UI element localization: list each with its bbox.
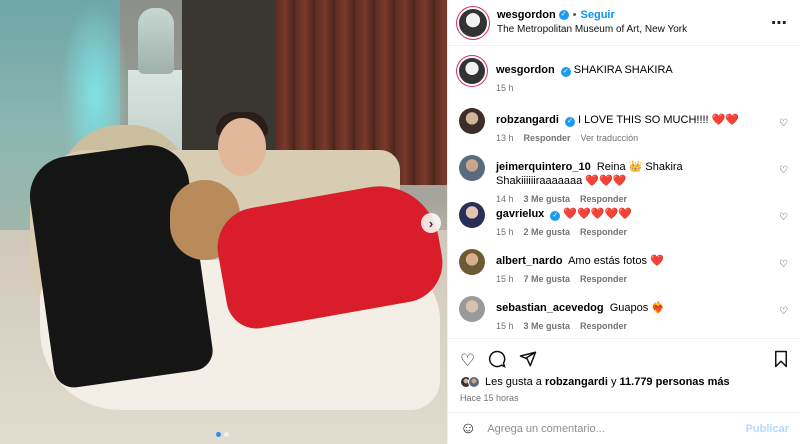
- comment-item: robzangardi ✓ I LOVE THIS SO MUCH!!!! ❤️❤…: [459, 108, 788, 155]
- post-side-panel: wesgordon ✓ • Seguir The Metropolitan Mu…: [447, 0, 800, 444]
- like-heart-icon[interactable]: ♡: [460, 352, 475, 369]
- follow-button[interactable]: Seguir: [581, 8, 615, 22]
- post-actions: ♡ Les gusta a robzangardi y 11.779 perso…: [448, 338, 800, 444]
- carousel-indicator: [216, 432, 229, 437]
- like-comment-heart-icon[interactable]: ♡: [779, 118, 788, 129]
- caption-text: SHAKIRA SHAKIRA: [573, 64, 673, 76]
- commenter-avatar[interactable]: [459, 249, 485, 275]
- location-link[interactable]: The Metropolitan Museum of Art, New York: [497, 23, 771, 37]
- comment-text: Guapos ❤️‍🔥: [609, 302, 665, 314]
- commenter-username[interactable]: robzangardi: [496, 114, 559, 126]
- commenter-username[interactable]: sebastian_acevedog: [496, 302, 604, 314]
- comment-composer: ☺ Publicar: [448, 412, 800, 444]
- author-avatar[interactable]: [459, 8, 487, 37]
- comment-time: 15 h: [496, 274, 514, 284]
- next-arrow-icon[interactable]: ›: [421, 213, 441, 233]
- publish-button[interactable]: Publicar: [746, 423, 789, 435]
- comment-text: Amo estás fotos ❤️: [568, 255, 664, 267]
- reply-button[interactable]: Responder: [580, 227, 627, 237]
- comments-list[interactable]: wesgordon ✓ SHAKIRA SHAKIRA 15 h robzanga…: [448, 46, 800, 336]
- caption-author-avatar[interactable]: [459, 58, 485, 84]
- statue: [138, 8, 174, 74]
- reply-button[interactable]: Responder: [580, 274, 627, 284]
- verified-badge-icon: ✓: [560, 67, 571, 77]
- reply-button[interactable]: Responder: [580, 321, 627, 331]
- separator-dot: •: [572, 9, 577, 21]
- more-options-icon[interactable]: ⋯: [771, 13, 788, 33]
- verified-badge-icon: ✓: [564, 117, 575, 127]
- likes-others[interactable]: 11.779 personas más: [620, 376, 730, 388]
- translate-button[interactable]: Ver traducción: [581, 133, 639, 143]
- comment-time: 13 h: [496, 133, 514, 143]
- comment-likes[interactable]: 3 Me gusta: [524, 321, 571, 331]
- liker-avatar: [468, 376, 480, 388]
- bookmark-icon[interactable]: [773, 350, 789, 371]
- black-tuxedo: [24, 139, 216, 391]
- comment-bubble-icon[interactable]: [488, 350, 506, 371]
- caption-time: 15 h: [496, 83, 514, 93]
- caption-author-username[interactable]: wesgordon: [496, 64, 555, 76]
- author-meta: wesgordon ✓ • Seguir The Metropolitan Mu…: [497, 8, 771, 37]
- comment-item: gavrielux ✓ ❤️❤️❤️❤️❤️ 15 h 2 Me gusta Re…: [459, 202, 788, 249]
- likes-connector: y: [610, 376, 617, 388]
- comment-input[interactable]: [487, 422, 746, 435]
- commenter-avatar[interactable]: [459, 108, 485, 134]
- likes-first-user[interactable]: robzangardi: [545, 376, 608, 388]
- share-send-icon[interactable]: [519, 350, 537, 371]
- comment-text: I LOVE THIS SO MUCH!!!! ❤️❤️: [578, 114, 740, 126]
- commenter-avatar[interactable]: [459, 202, 485, 228]
- action-icons: ♡: [448, 339, 800, 373]
- comment-item: jeimerquintero_10 Reina 👑 Shakira Shakii…: [459, 155, 788, 204]
- comment-time: 15 h: [496, 321, 514, 331]
- comment-item: albert_nardo Amo estás fotos ❤️ 15 h 7 M…: [459, 249, 788, 296]
- post-photo[interactable]: ›: [0, 0, 447, 444]
- commenter-username[interactable]: albert_nardo: [496, 255, 563, 267]
- man-face: [218, 118, 266, 176]
- comment-text: ❤️❤️❤️❤️❤️: [563, 208, 632, 220]
- comment-likes[interactable]: 7 Me gusta: [524, 274, 571, 284]
- commenter-username[interactable]: jeimerquintero_10: [496, 161, 591, 173]
- like-comment-heart-icon[interactable]: ♡: [779, 259, 788, 270]
- commenter-avatar[interactable]: [459, 296, 485, 322]
- comment-item: sebastian_acevedog Guapos ❤️‍🔥 15 h 3 Me…: [459, 296, 788, 336]
- verified-badge-icon: ✓: [550, 211, 561, 221]
- commenter-username[interactable]: gavrielux: [496, 208, 544, 220]
- emoji-icon[interactable]: ☺: [460, 420, 476, 438]
- verified-badge-icon: ✓: [558, 10, 569, 20]
- comment-likes[interactable]: 2 Me gusta: [524, 227, 571, 237]
- like-comment-heart-icon[interactable]: ♡: [779, 212, 788, 223]
- like-comment-heart-icon[interactable]: ♡: [779, 165, 788, 176]
- like-comment-heart-icon[interactable]: ♡: [779, 306, 788, 317]
- caption: wesgordon ✓ SHAKIRA SHAKIRA 15 h: [459, 58, 788, 108]
- post-header: wesgordon ✓ • Seguir The Metropolitan Mu…: [448, 0, 800, 46]
- likes-summary[interactable]: Les gusta a robzangardi y 11.779 persona…: [448, 373, 800, 391]
- post-timestamp: Hace 15 horas: [460, 393, 519, 403]
- author-username[interactable]: wesgordon: [497, 8, 556, 22]
- comment-time: 15 h: [496, 227, 514, 237]
- carousel-dot-active: [216, 432, 221, 437]
- commenter-avatar[interactable]: [459, 155, 485, 181]
- reply-button[interactable]: Responder: [524, 133, 571, 143]
- carousel-dot: [224, 432, 229, 437]
- likes-prefix: Les gusta a: [485, 376, 542, 388]
